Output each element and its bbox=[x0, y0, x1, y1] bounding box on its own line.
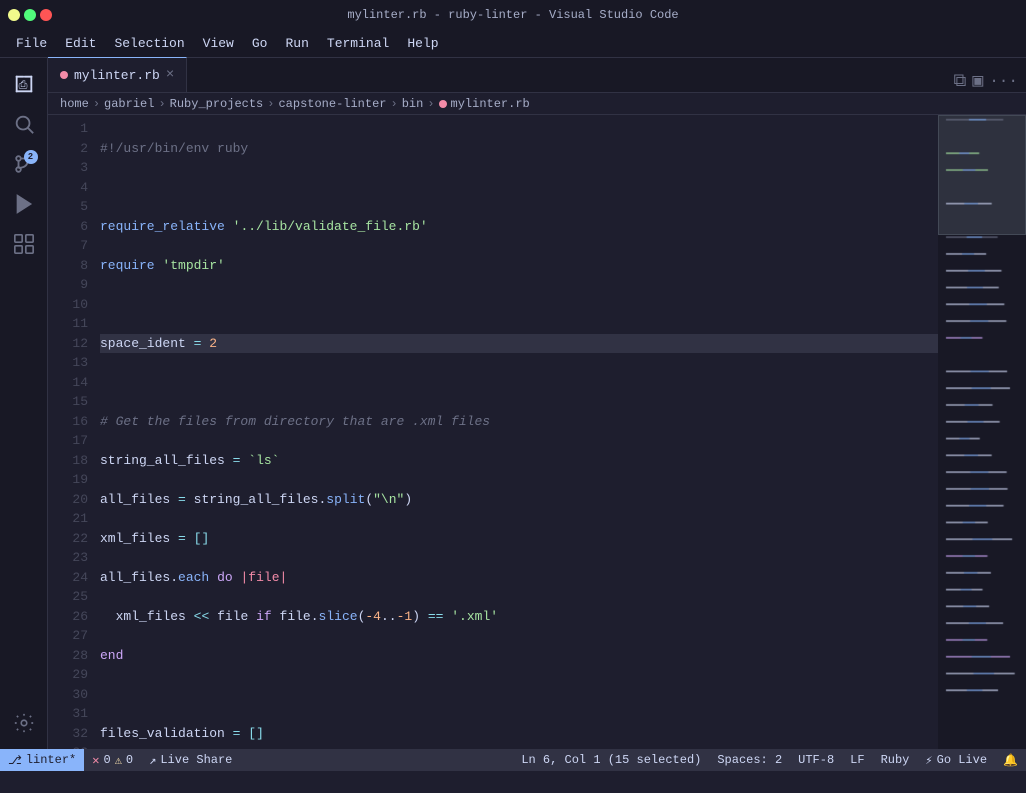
menu-file[interactable]: File bbox=[8, 34, 55, 53]
line-12: all_files.each do |file| bbox=[100, 568, 938, 588]
split-editor-icon[interactable]: ⧉ bbox=[953, 71, 966, 92]
tab-modified-dot bbox=[60, 71, 68, 79]
position-text: Ln 6, Col 1 (15 selected) bbox=[521, 753, 701, 767]
line-11: xml_files = [] bbox=[100, 529, 938, 549]
git-branch-label: linter* bbox=[26, 753, 76, 767]
main-layout: ⎙ 2 mylinter.rb × ⧉ ▣ bbox=[0, 58, 1026, 749]
menu-go[interactable]: Go bbox=[244, 34, 276, 53]
status-right: Ln 6, Col 1 (15 selected) Spaces: 2 UTF-… bbox=[513, 749, 1026, 771]
code-editor[interactable]: 12345 678910 1112131415 1617181920 21222… bbox=[48, 115, 1026, 749]
title-bar: mylinter.rb - ruby-linter - Visual Studi… bbox=[0, 0, 1026, 30]
breadcrumb-bin[interactable]: bin bbox=[402, 97, 424, 111]
line-ending-label: LF bbox=[850, 753, 864, 767]
minimap: (function() { const canvas = document.qu… bbox=[938, 115, 1026, 749]
language-mode[interactable]: Ruby bbox=[873, 749, 918, 771]
breadcrumb-filename: mylinter.rb bbox=[451, 97, 530, 111]
language-label: Ruby bbox=[881, 753, 910, 767]
run-debug-icon[interactable] bbox=[6, 186, 42, 222]
tab-bar-actions: ⧉ ▣ ··· bbox=[953, 70, 1026, 92]
line-8: # Get the files from directory that are … bbox=[100, 412, 938, 432]
encoding-label: UTF-8 bbox=[798, 753, 834, 767]
breadcrumb: home › gabriel › Ruby_projects › capston… bbox=[48, 93, 1026, 115]
extensions-icon[interactable] bbox=[6, 226, 42, 262]
line-5 bbox=[100, 295, 938, 315]
window-controls[interactable] bbox=[8, 9, 52, 21]
status-left: ⎇ linter* ✕ 0 ⚠ 0 ↗ Live Share bbox=[0, 749, 240, 771]
source-control-icon[interactable]: 2 bbox=[6, 146, 42, 182]
warning-count: 0 bbox=[126, 753, 133, 767]
status-bar: ⎇ linter* ✕ 0 ⚠ 0 ↗ Live Share Ln 6, Col… bbox=[0, 749, 1026, 771]
line-7 bbox=[100, 373, 938, 393]
code-content[interactable]: #!/usr/bin/env ruby require_relative '..… bbox=[96, 115, 938, 749]
more-actions-icon[interactable]: ··· bbox=[989, 72, 1018, 90]
breadcrumb-capstone-linter[interactable]: capstone-linter bbox=[278, 97, 386, 111]
menu-help[interactable]: Help bbox=[399, 34, 446, 53]
line-14: end bbox=[100, 646, 938, 666]
live-share-label: Live Share bbox=[160, 753, 232, 767]
tab-bar: mylinter.rb × ⧉ ▣ ··· bbox=[48, 58, 1026, 93]
error-icon: ✕ bbox=[92, 753, 99, 768]
line-6: space_ident = 2 bbox=[100, 334, 938, 354]
golive-label: Go Live bbox=[937, 753, 987, 767]
line-ending[interactable]: LF bbox=[842, 749, 872, 771]
notifications[interactable]: 🔔 bbox=[995, 749, 1026, 771]
line-13: xml_files << file if file.slice(-4..-1) … bbox=[100, 607, 938, 627]
svg-text:⎙: ⎙ bbox=[18, 80, 27, 93]
line-1: #!/usr/bin/env ruby bbox=[100, 139, 938, 159]
line-numbers: 12345 678910 1112131415 1617181920 21222… bbox=[48, 115, 96, 749]
tab-close-button[interactable]: × bbox=[166, 67, 174, 83]
minimize-button[interactable] bbox=[8, 9, 20, 21]
line-2 bbox=[100, 178, 938, 198]
error-count: 0 bbox=[103, 753, 110, 767]
indentation[interactable]: Spaces: 2 bbox=[709, 749, 790, 771]
breadcrumb-ruby-projects[interactable]: Ruby_projects bbox=[170, 97, 264, 111]
search-icon[interactable] bbox=[6, 106, 42, 142]
menu-view[interactable]: View bbox=[195, 34, 242, 53]
activity-bar: ⎙ 2 bbox=[0, 58, 48, 749]
git-icon: ⎇ bbox=[8, 753, 22, 768]
tab-label: mylinter.rb bbox=[74, 68, 160, 83]
breadcrumb-file[interactable]: mylinter.rb bbox=[439, 97, 530, 111]
git-branch[interactable]: ⎇ linter* bbox=[0, 749, 84, 771]
line-10: all_files = string_all_files.split("\n") bbox=[100, 490, 938, 510]
maximize-button[interactable] bbox=[24, 9, 36, 21]
editor-area: mylinter.rb × ⧉ ▣ ··· home › gabriel › R… bbox=[48, 58, 1026, 749]
line-9: string_all_files = `ls` bbox=[100, 451, 938, 471]
line-4: require 'tmpdir' bbox=[100, 256, 938, 276]
menu-selection[interactable]: Selection bbox=[106, 34, 192, 53]
window-title: mylinter.rb - ruby-linter - Visual Studi… bbox=[347, 8, 678, 22]
settings-icon[interactable] bbox=[6, 705, 42, 741]
cursor-position[interactable]: Ln 6, Col 1 (15 selected) bbox=[513, 749, 709, 771]
warning-icon: ⚠ bbox=[115, 753, 122, 768]
breadcrumb-gabriel[interactable]: gabriel bbox=[104, 97, 154, 111]
go-live[interactable]: ⚡ Go Live bbox=[917, 749, 995, 771]
bell-icon: 🔔 bbox=[1003, 753, 1018, 768]
toggle-sidebar-icon[interactable]: ▣ bbox=[972, 70, 983, 92]
errors-warnings[interactable]: ✕ 0 ⚠ 0 bbox=[84, 749, 141, 771]
menu-edit[interactable]: Edit bbox=[57, 34, 104, 53]
minimap-canvas bbox=[938, 115, 1026, 749]
live-share-icon: ↗ bbox=[149, 753, 156, 768]
live-share[interactable]: ↗ Live Share bbox=[141, 749, 240, 771]
menu-terminal[interactable]: Terminal bbox=[319, 34, 397, 53]
golive-icon: ⚡ bbox=[925, 753, 932, 768]
line-15 bbox=[100, 685, 938, 705]
spaces-label: Spaces: 2 bbox=[717, 753, 782, 767]
encoding[interactable]: UTF-8 bbox=[790, 749, 842, 771]
tab-mylinter[interactable]: mylinter.rb × bbox=[48, 57, 187, 92]
menu-bar: File Edit Selection View Go Run Terminal… bbox=[0, 30, 1026, 58]
menu-run[interactable]: Run bbox=[277, 34, 316, 53]
line-16: files_validation = [] bbox=[100, 724, 938, 744]
explorer-icon[interactable]: ⎙ bbox=[6, 66, 42, 102]
line-3: require_relative '../lib/validate_file.r… bbox=[100, 217, 938, 237]
breadcrumb-home[interactable]: home bbox=[60, 97, 89, 111]
source-control-badge: 2 bbox=[24, 150, 38, 164]
close-button[interactable] bbox=[40, 9, 52, 21]
file-dot bbox=[439, 100, 447, 108]
